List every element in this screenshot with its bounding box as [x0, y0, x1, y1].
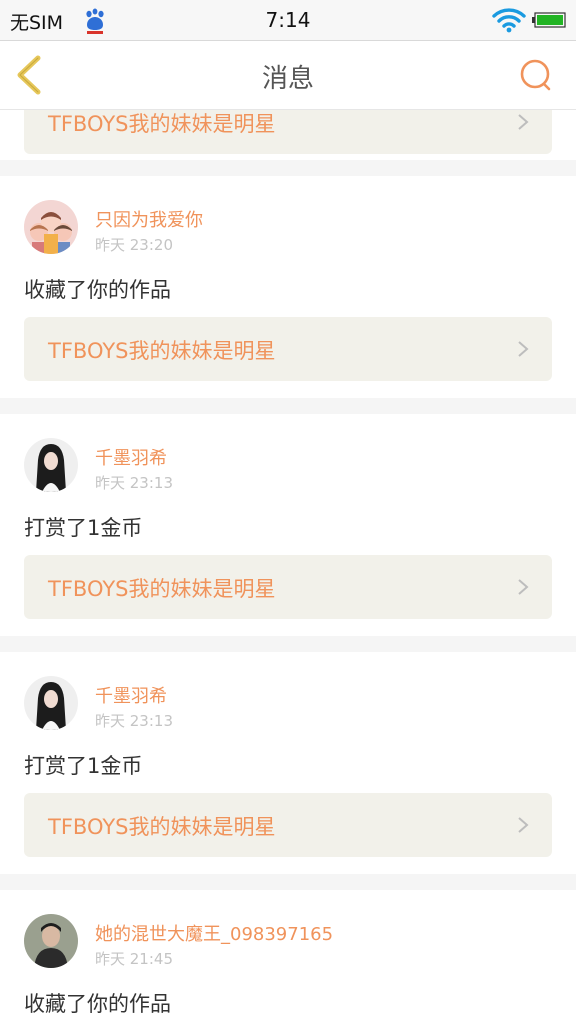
nav-bar: 消息 — [0, 41, 576, 110]
clock: 7:14 — [265, 8, 311, 32]
message-card: 千墨羽希 昨天 23:13 打赏了1金币 TFBOYS我的妹妹是明星 — [0, 652, 576, 874]
work-link[interactable]: TFBOYS我的妹妹是明星 — [24, 317, 552, 381]
message-card: 千墨羽希 昨天 23:13 打赏了1金币 TFBOYS我的妹妹是明星 — [0, 414, 576, 636]
status-bar: 无SIM 7:14 — [0, 0, 576, 41]
message-time: 昨天 23:13 — [95, 474, 173, 492]
message-time: 昨天 23:13 — [95, 712, 173, 730]
search-icon — [520, 59, 551, 91]
message-list[interactable]: TFBOYS我的妹妹是明星 只因为我爱你 昨天 23:20 收藏了你的作品 TF… — [0, 110, 576, 1024]
work-link[interactable]: TFBOYS我的妹妹是明星 — [24, 110, 552, 154]
wifi-icon — [492, 8, 526, 33]
battery-icon — [532, 12, 566, 28]
message-time: 昨天 23:20 — [95, 236, 173, 254]
work-link[interactable]: TFBOYS我的妹妹是明星 — [24, 793, 552, 857]
username[interactable]: 她的混世大魔王_098397165 — [95, 920, 333, 946]
work-title: TFBOYS我的妹妹是明星 — [48, 112, 276, 136]
username[interactable]: 只因为我爱你 — [95, 206, 203, 232]
chevron-right-icon — [518, 579, 529, 595]
message-action: 收藏了你的作品 — [24, 278, 171, 302]
chevron-right-icon — [518, 114, 529, 130]
message-card: 只因为我爱你 昨天 23:20 收藏了你的作品 TFBOYS我的妹妹是明星 — [0, 176, 576, 398]
avatar[interactable] — [24, 676, 78, 730]
message-action: 收藏了你的作品 — [24, 992, 171, 1016]
avatar[interactable] — [24, 438, 78, 492]
message-card: 她的混世大魔王_098397165 昨天 21:45 收藏了你的作品 — [0, 890, 576, 1024]
message-action: 打赏了1金币 — [24, 754, 143, 778]
page-title: 消息 — [261, 64, 314, 94]
message-action: 打赏了1金币 — [24, 516, 143, 540]
avatar[interactable] — [24, 200, 78, 254]
message-card-partial: TFBOYS我的妹妹是明星 — [0, 110, 576, 160]
message-time: 昨天 21:45 — [95, 950, 173, 968]
chevron-right-icon — [518, 817, 529, 833]
chevron-right-icon — [518, 341, 529, 357]
avatar[interactable] — [24, 914, 78, 968]
username[interactable]: 千墨羽希 — [95, 444, 167, 470]
search-button[interactable] — [516, 55, 556, 95]
username[interactable]: 千墨羽希 — [95, 682, 167, 708]
work-title: TFBOYS我的妹妹是明星 — [48, 815, 276, 839]
work-title: TFBOYS我的妹妹是明星 — [48, 577, 276, 601]
work-title: TFBOYS我的妹妹是明星 — [48, 339, 276, 363]
work-link[interactable]: TFBOYS我的妹妹是明星 — [24, 555, 552, 619]
